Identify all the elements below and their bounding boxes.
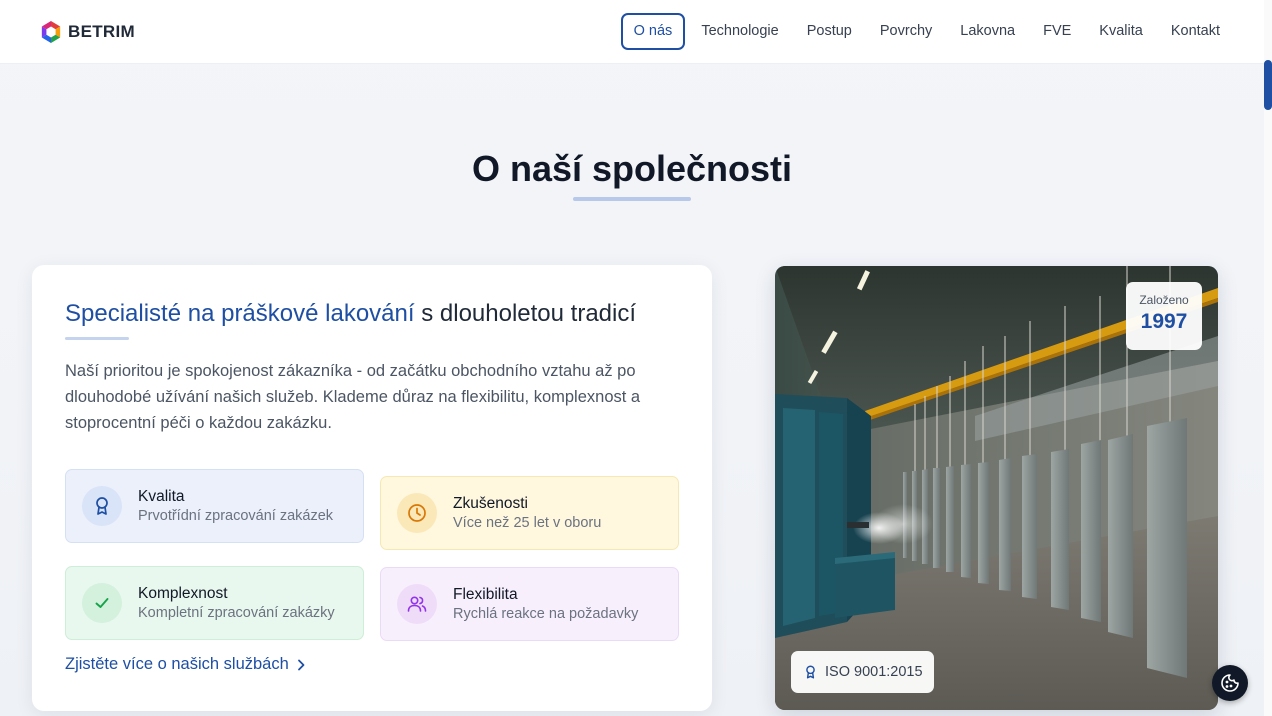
feature-title: Flexibilita (453, 586, 518, 603)
card-heading-underline (65, 337, 129, 340)
card-heading: Specialisté na práškové lakování s dlouh… (65, 300, 636, 328)
menu-item-povrchy[interactable]: Povrchy (866, 13, 946, 50)
menu-item-technologie[interactable]: Technologie (687, 13, 792, 50)
page-scrollbar[interactable] (1264, 0, 1272, 716)
iso-badge: ISO 9001:2015 (791, 651, 934, 693)
menu-item-lakovna[interactable]: Lakovna (946, 13, 1029, 50)
iso-label: ISO 9001:2015 (825, 664, 923, 680)
brand-name: BETRIM (68, 22, 135, 41)
menu-item-kvalita[interactable]: Kvalita (1085, 13, 1157, 50)
logo-hexagon-icon (41, 21, 61, 43)
cookie-settings-button[interactable] (1212, 665, 1248, 701)
card-paragraph: Naší prioritou je spokojenost zákazníka … (65, 362, 641, 432)
feature-komplexnost: Komplexnost Kompletní zpracování zakázky (65, 566, 364, 640)
title-underline (573, 197, 691, 201)
services-link-label: Zjistěte více o našich službách (65, 655, 289, 673)
feature-title: Kvalita (138, 488, 185, 505)
users-icon (397, 584, 437, 624)
award-icon (82, 486, 122, 526)
chevron-right-icon (297, 659, 305, 670)
clock-icon (397, 493, 437, 533)
main-menu: O nás Technologie Postup Povrchy Lakovna… (620, 13, 1234, 50)
services-link[interactable]: Zjistěte více o našich službách (65, 655, 305, 674)
about-card: Specialisté na práškové lakování s dlouh… (32, 265, 712, 711)
feature-subtitle: Rychlá reakce na požadavky (453, 606, 639, 622)
check-icon (82, 583, 122, 623)
feature-subtitle: Kompletní zpracování zakázky (138, 605, 335, 621)
feature-subtitle: Prvotřídní zpracování zakázek (138, 508, 334, 524)
brand-logo[interactable]: BETRIM (40, 20, 135, 44)
feature-title: Komplexnost (138, 585, 228, 602)
menu-item-kontakt[interactable]: Kontakt (1157, 13, 1234, 50)
founded-badge: Založeno 1997 (1126, 282, 1202, 350)
feature-zkusenosti: Zkušenosti Více než 25 let v oboru (380, 476, 679, 550)
feature-flexibilita: Flexibilita Rychlá reakce na požadavky (380, 567, 679, 641)
top-navbar: BETRIM O nás Technologie Postup Povrchy … (0, 0, 1264, 64)
feature-subtitle: Více než 25 let v oboru (453, 515, 602, 531)
menu-item-postup[interactable]: Postup (793, 13, 866, 50)
feature-kvalita: Kvalita Prvotřídní zpracování zakázek (65, 469, 364, 543)
card-heading-rest: s dlouholetou tradicí (421, 300, 637, 327)
feature-title: Zkušenosti (453, 495, 528, 512)
menu-item-fve[interactable]: FVE (1029, 13, 1085, 50)
founded-label: Založeno (1139, 293, 1189, 307)
scrollbar-thumb[interactable] (1264, 60, 1272, 110)
menu-item-o-nas[interactable]: O nás (620, 13, 686, 50)
cookie-icon (1221, 674, 1239, 692)
section-title: O naší společnosti (471, 148, 793, 189)
award-icon (806, 665, 815, 679)
founded-year: 1997 (1140, 310, 1188, 333)
card-heading-highlight: Specialisté na práškové lakování (65, 300, 415, 327)
